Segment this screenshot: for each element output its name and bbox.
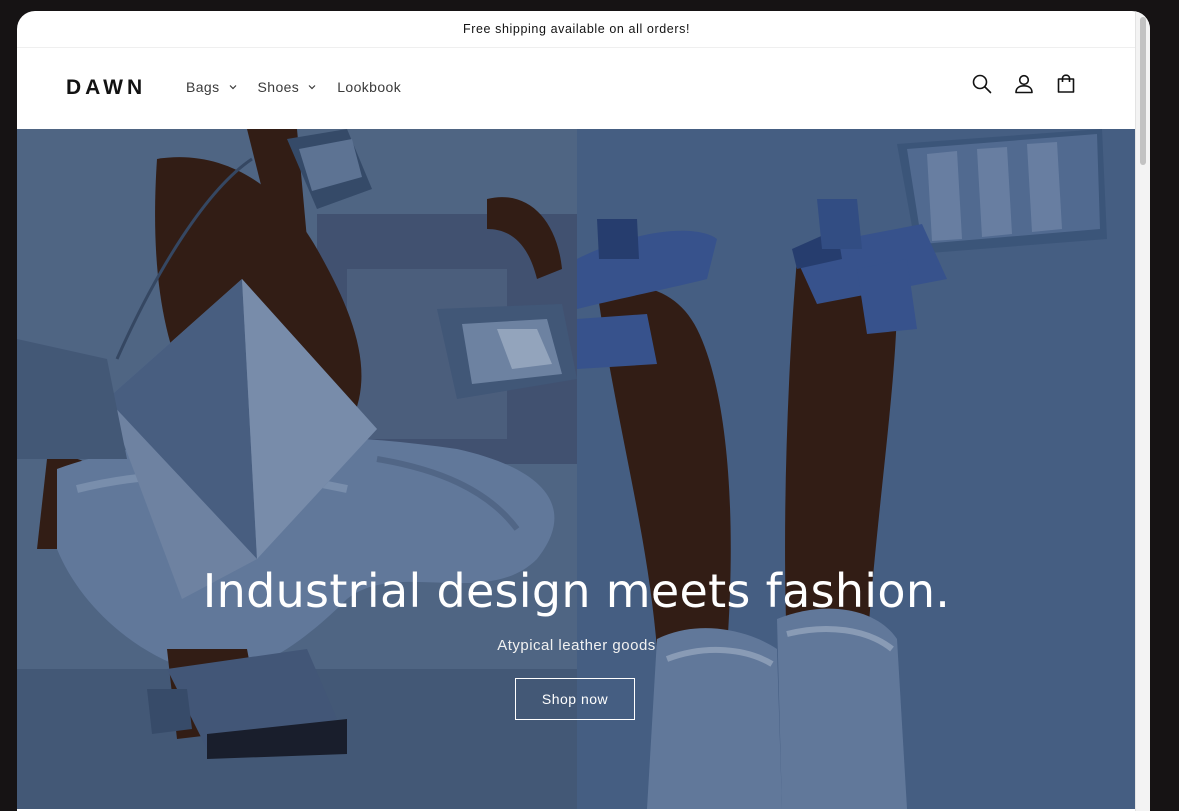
hero-subtitle: Atypical leather goods <box>497 637 656 654</box>
nav-item-bags[interactable]: Bags <box>186 77 238 97</box>
site-header: DAWN Bags Shoes Lookbook <box>17 48 1136 128</box>
hero-banner: Industrial design meets fashion. Atypica… <box>17 129 1136 809</box>
cart-button[interactable] <box>1054 72 1078 96</box>
hero-title: Industrial design meets fashion. <box>202 564 951 618</box>
header-icons <box>970 72 1078 96</box>
announcement-text: Free shipping available on all orders! <box>462 22 691 36</box>
chevron-down-icon <box>229 85 236 90</box>
account-button[interactable] <box>1012 72 1036 96</box>
announcement-bar: Free shipping available on all orders! <box>17 11 1136 48</box>
store-logo[interactable]: DAWN <box>66 75 146 101</box>
scrollbar-thumb[interactable] <box>1140 17 1146 165</box>
chevron-down-icon <box>308 85 316 90</box>
nav-item-shoes[interactable]: Shoes <box>258 77 318 97</box>
scrollbar[interactable] <box>1135 11 1150 811</box>
search-icon <box>972 74 992 94</box>
cart-icon <box>1057 74 1075 93</box>
nav-item-lookbook[interactable]: Lookbook <box>337 77 401 97</box>
main-nav: Bags Shoes Lookbook <box>186 77 421 97</box>
nav-item-label: Lookbook <box>337 79 402 95</box>
shop-now-button[interactable]: Shop now <box>515 678 635 720</box>
nav-item-label: Shoes <box>257 79 300 95</box>
account-icon <box>1015 74 1033 94</box>
search-button[interactable] <box>970 72 994 96</box>
browser-window: Free shipping available on all orders! D… <box>17 11 1150 811</box>
nav-item-label: Bags <box>186 79 220 95</box>
